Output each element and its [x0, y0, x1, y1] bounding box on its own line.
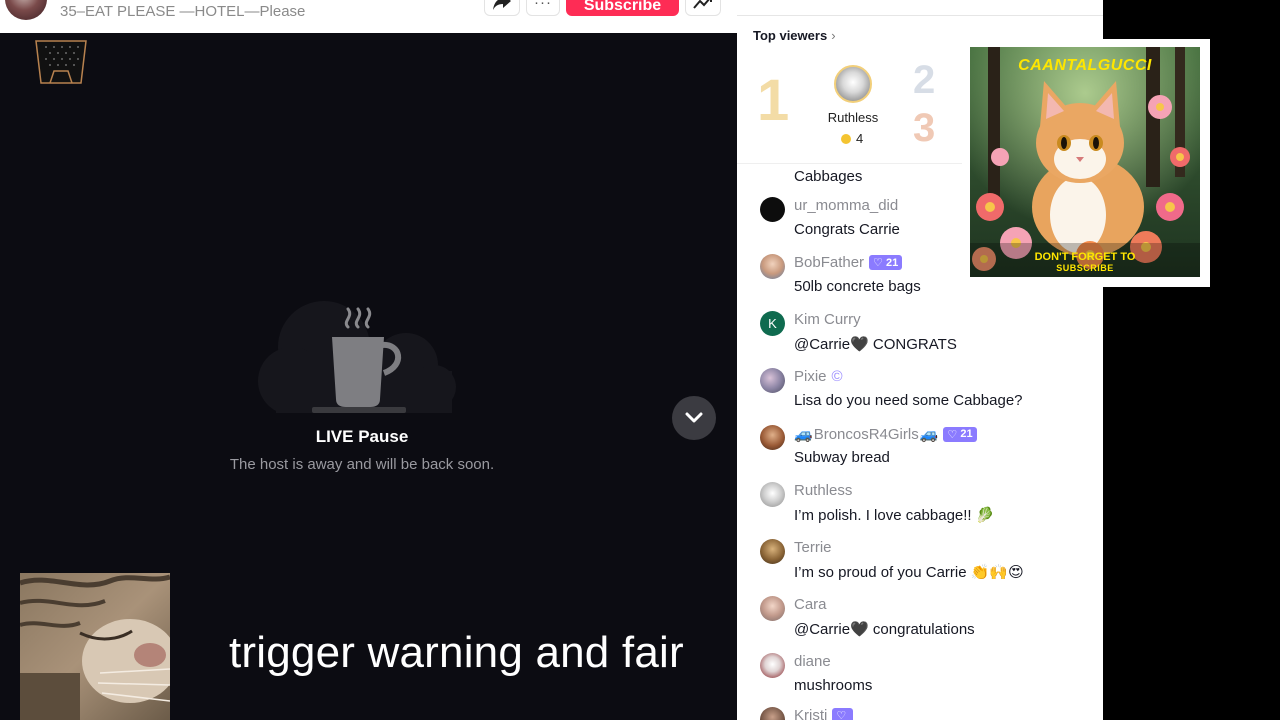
chat-username-text: diane: [794, 653, 831, 670]
more-icon: ···: [534, 0, 552, 11]
avatar[interactable]: [760, 482, 785, 507]
chat-message-text-rest: congratulations: [868, 621, 975, 638]
avatar[interactable]: [760, 653, 785, 678]
top-viewer-name[interactable]: Ruthless: [817, 110, 889, 125]
poster-cta-line2: SUBSCRIBE: [1056, 263, 1114, 273]
chat-message-text: Lisa do you need some Cabbage?: [794, 392, 1023, 409]
black-heart-emoji: 🖤: [850, 336, 869, 353]
mention[interactable]: @Carrie: [794, 621, 850, 638]
chat-username[interactable]: Pixie ©: [794, 368, 843, 385]
chat-username-text: Terrie: [794, 539, 832, 556]
chat-username[interactable]: ur_momma_did: [794, 197, 898, 214]
chat-username-text: BobFather: [794, 254, 865, 271]
poster-cta-line1: DON'T FORGET TO: [1034, 251, 1136, 263]
divider: [737, 15, 1103, 16]
subscribe-poster: CAANTALGUCCI DON'T FORGET TO SUBSCRIBE: [962, 39, 1210, 287]
black-heart-emoji: 🖤: [850, 621, 869, 638]
chat-username[interactable]: Terrie: [794, 539, 832, 556]
poster-brand-text: CAANTALGUCCI: [1018, 57, 1152, 74]
more-options-button[interactable]: ···: [526, 0, 560, 16]
rank-2-number: 2: [913, 58, 936, 102]
car-emoji-icon: 🚙: [919, 426, 939, 443]
chevron-right-icon: ›: [831, 28, 836, 43]
avatar[interactable]: [760, 539, 785, 564]
coffee-cup-icon: [258, 301, 456, 413]
host-avatar[interactable]: [5, 0, 47, 20]
subscribe-button[interactable]: Subscribe: [566, 0, 679, 16]
stream-header: 35–EAT PLEASE —HOTEL—Please ··· Subscrib…: [0, 0, 737, 33]
share-icon: [493, 0, 511, 10]
pause-subtitle: The host is away and will be back soon.: [229, 456, 495, 473]
avatar[interactable]: [760, 596, 785, 621]
chat-username[interactable]: Kristi ♡: [794, 707, 854, 720]
avatar[interactable]: [760, 425, 785, 450]
stream-title: 35–EAT PLEASE —HOTEL—Please: [60, 3, 306, 20]
chat-message-text: I’m so proud of you Carrie 👏🙌😍: [794, 564, 1024, 581]
chat-message-text: Subway bread: [794, 449, 890, 466]
pause-title: LIVE Pause: [315, 427, 409, 446]
badge-level: 21: [960, 428, 973, 440]
trend-icon: [693, 0, 712, 9]
chat-username[interactable]: 🚙 BroncosR4Girls 🚙 ♡ 21: [794, 425, 977, 443]
cat-webcam: [20, 573, 170, 720]
chat-message-text: 50lb concrete bags: [794, 278, 921, 295]
top-viewers-label: Top viewers: [753, 28, 828, 43]
trend-button[interactable]: [685, 0, 721, 16]
fan-level-badge: ♡ 21: [943, 426, 977, 442]
sleeping-cat-image: [20, 573, 170, 720]
chat-username-text: Kristi: [794, 707, 828, 720]
chat-username-text: Pixie: [794, 368, 827, 385]
chat-username[interactable]: diane: [794, 653, 831, 670]
chat-username-text: ur_momma_did: [794, 197, 899, 214]
rank-1-number: 1: [757, 68, 790, 133]
car-emoji-icon: 🚙: [794, 426, 813, 443]
share-button[interactable]: [484, 0, 520, 16]
chevron-down-icon: [685, 412, 703, 423]
top-viewer-score: 4: [841, 131, 863, 146]
poster-image: CAANTALGUCCI DON'T FORGET TO SUBSCRIBE: [970, 47, 1200, 277]
avatar[interactable]: [760, 197, 785, 222]
avatar[interactable]: [760, 707, 785, 720]
chat-username-text: Kim Curry: [794, 311, 861, 328]
coin-icon: [841, 133, 851, 144]
rank-3-number: 3: [913, 106, 936, 150]
avatar[interactable]: K: [760, 311, 785, 336]
creator-mark-icon: ©: [831, 368, 843, 385]
chat-message-text: @Carrie🖤 congratulations: [794, 620, 975, 638]
video-caption: trigger warning and fair: [229, 628, 684, 677]
chat-message-text: Congrats Carrie: [794, 221, 900, 238]
chat-username-text: Cara: [794, 596, 827, 613]
chat-message-text: @Carrie🖤 CONGRATS: [794, 335, 957, 353]
chat-username[interactable]: BobFather ♡ 21: [794, 254, 903, 271]
chat-message-text-rest: CONGRATS: [868, 336, 957, 353]
top-viewers-link[interactable]: Top viewers ›: [753, 28, 836, 43]
cat-illustration: [970, 47, 1200, 277]
collapse-button[interactable]: [672, 396, 716, 440]
chat-message-text: I’m polish. I love cabbage!! 🥬: [794, 507, 995, 524]
chat-username[interactable]: Kim Curry: [794, 311, 861, 328]
fan-level-badge: ♡ 21: [869, 255, 903, 270]
avatar[interactable]: [760, 368, 785, 393]
mention[interactable]: @Carrie: [794, 336, 850, 353]
gift-box-icon: [35, 40, 87, 84]
chat-username[interactable]: Ruthless: [794, 482, 852, 499]
badge-level: 21: [885, 256, 899, 269]
top-viewer-avatar[interactable]: [834, 65, 872, 103]
chat-message-text: Cabbages: [794, 168, 863, 185]
avatar[interactable]: [760, 254, 785, 279]
chat-message-text: mushrooms: [794, 677, 873, 694]
chat-username[interactable]: Cara: [794, 596, 827, 613]
fan-level-badge: ♡: [832, 708, 854, 720]
top-viewer-score-value: 4: [856, 131, 864, 146]
chat-username-text: BroncosR4Girls: [813, 425, 919, 443]
chat-username-text: Ruthless: [794, 482, 853, 499]
